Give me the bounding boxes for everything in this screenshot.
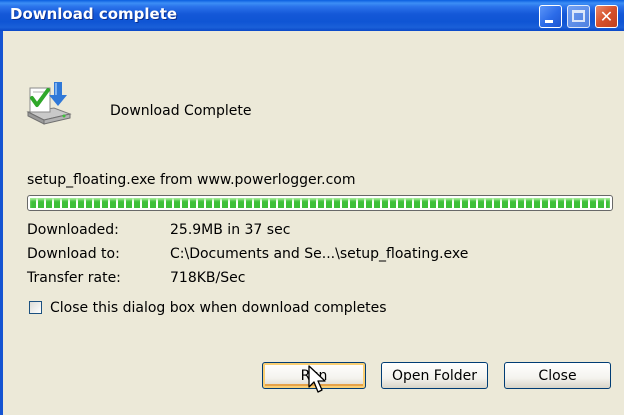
download-icon	[26, 82, 72, 125]
progress-bar	[27, 195, 613, 211]
mouse-pointer-icon	[308, 365, 326, 393]
maximize-icon	[572, 10, 585, 22]
download-complete-heading: Download Complete	[110, 103, 252, 119]
title-bar[interactable]: Download complete ✕	[0, 0, 624, 31]
window-frame	[0, 31, 3, 415]
close-button[interactable]: Close	[504, 362, 611, 389]
download-to-label: Download to:	[27, 246, 120, 262]
window-title: Download complete	[10, 5, 178, 23]
downloaded-value: 25.9MB in 37 sec	[170, 222, 291, 238]
close-on-complete-label[interactable]: Close this dialog box when download comp…	[50, 300, 387, 316]
downloaded-label: Downloaded:	[27, 222, 119, 238]
transfer-rate-value: 718KB/Sec	[170, 270, 246, 286]
open-folder-button[interactable]: Open Folder	[381, 362, 488, 389]
maximize-button[interactable]	[567, 5, 590, 28]
minimize-button[interactable]	[539, 5, 562, 28]
progress-fill	[30, 198, 610, 208]
close-on-complete-checkbox[interactable]	[29, 301, 42, 314]
close-window-button[interactable]: ✕	[595, 5, 618, 28]
close-icon: ✕	[599, 7, 614, 26]
download-to-value: C:\Documents and Se...\setup_floating.ex…	[170, 246, 469, 262]
source-text: setup_floating.exe from www.powerlogger.…	[27, 172, 356, 188]
transfer-rate-label: Transfer rate:	[27, 270, 121, 286]
minimize-icon	[545, 20, 553, 23]
